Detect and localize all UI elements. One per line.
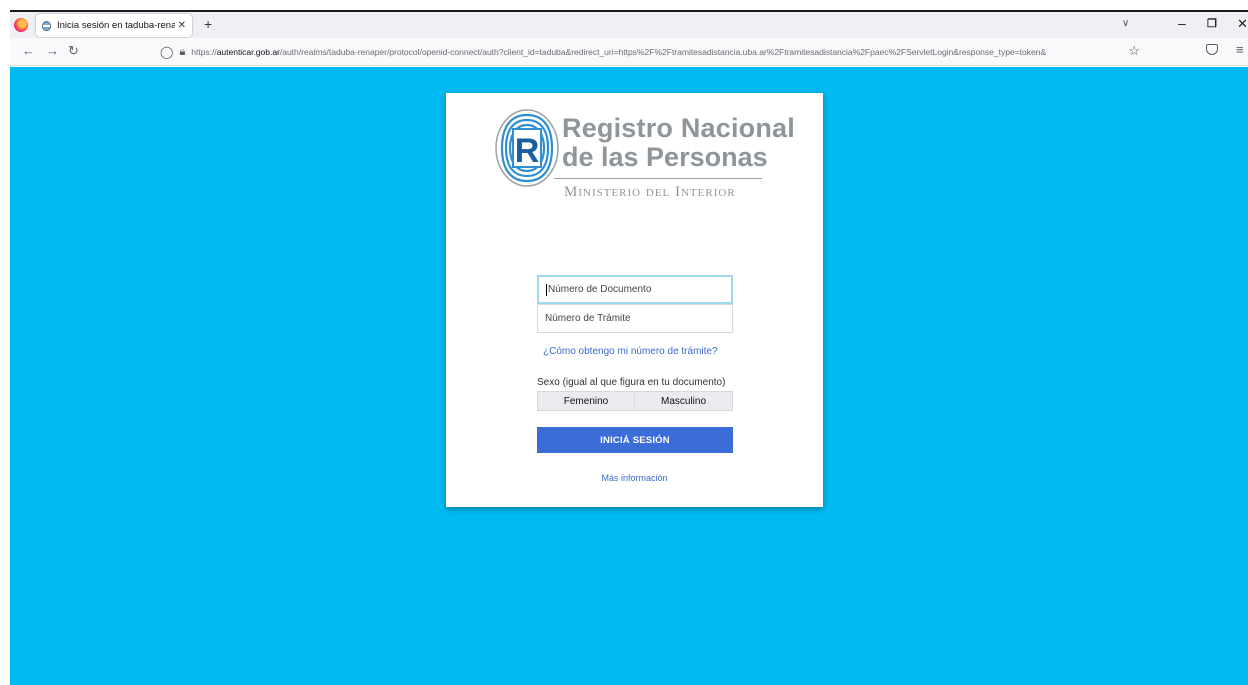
more-info-link[interactable]: Más información	[446, 473, 823, 483]
close-window-icon[interactable]: ✕	[1237, 16, 1248, 32]
browser-tab[interactable]: Inicia sesión en taduba-renaper ✕	[36, 14, 192, 37]
sex-option-femenino[interactable]: Femenino	[537, 391, 635, 411]
pocket-icon[interactable]	[1206, 44, 1218, 55]
reload-icon[interactable]: ↻	[68, 43, 79, 59]
argentina-favicon-icon	[42, 20, 51, 31]
page-content: R Registro Nacional de las Personas Mini…	[10, 67, 1248, 685]
firefox-icon[interactable]	[14, 18, 28, 32]
navigation-bar: ← → ↻ ◯ 🔒︎ https://autenticar.gob.ar/aut…	[10, 38, 1248, 66]
text-caret	[546, 283, 547, 296]
tramite-help-link[interactable]: ¿Cómo obtengo mi número de trámite?	[543, 346, 718, 357]
url-scheme: https://	[191, 47, 217, 57]
lock-icon[interactable]: 🔒︎	[179, 46, 185, 59]
renaper-emblem-icon: R	[495, 109, 559, 187]
login-card: R Registro Nacional de las Personas Mini…	[446, 93, 823, 507]
logo-title-line1: Registro Nacional	[562, 113, 795, 143]
tab-strip: Inicia sesión en taduba-renaper ✕ + ∨ – …	[10, 10, 1248, 38]
logo-divider	[554, 178, 762, 179]
forward-icon[interactable]: →	[46, 43, 59, 58]
document-number-placeholder: Número de Documento	[548, 284, 652, 295]
tracking-shield-icon[interactable]: ◯	[160, 45, 173, 59]
menu-icon[interactable]: ≡	[1236, 42, 1244, 57]
bookmark-star-icon[interactable]: ☆	[1128, 43, 1140, 59]
sex-option-masculino[interactable]: Masculino	[634, 391, 733, 411]
sex-label: Sexo (igual al que figura en tu document…	[537, 377, 726, 388]
renaper-logo: R Registro Nacional de las Personas Mini…	[494, 107, 795, 207]
url-path: /auth/realms/taduba-renaper/protocol/ope…	[279, 47, 1047, 57]
address-bar[interactable]: ◯ 🔒︎ https://autenticar.gob.ar/auth/real…	[160, 41, 1140, 63]
minimize-icon[interactable]: –	[1178, 15, 1186, 31]
new-tab-button[interactable]: +	[204, 16, 212, 32]
back-icon[interactable]: ←	[22, 43, 35, 58]
logo-ministry: Ministerio del Interior	[564, 184, 736, 200]
browser-window: Inicia sesión en taduba-renaper ✕ + ∨ – …	[10, 10, 1248, 685]
emblem-letter: R	[515, 132, 540, 170]
url-domain: autenticar.gob.ar	[216, 47, 280, 57]
document-number-field[interactable]: Número de Documento	[537, 275, 733, 304]
login-button[interactable]: INICIÁ SESIÓN	[537, 427, 733, 453]
list-tabs-chevron-icon[interactable]: ∨	[1122, 18, 1129, 29]
tramite-number-placeholder: Número de Trámite	[545, 313, 631, 324]
tab-close-icon[interactable]: ✕	[178, 20, 186, 31]
logo-title-line2: de las Personas	[562, 142, 768, 172]
tab-title: Inicia sesión en taduba-renaper	[57, 20, 175, 31]
restore-icon[interactable]: ❐	[1207, 17, 1217, 30]
tramite-number-field[interactable]: Número de Trámite	[537, 304, 733, 333]
url-text[interactable]: https://autenticar.gob.ar/auth/realms/ta…	[191, 47, 1140, 57]
